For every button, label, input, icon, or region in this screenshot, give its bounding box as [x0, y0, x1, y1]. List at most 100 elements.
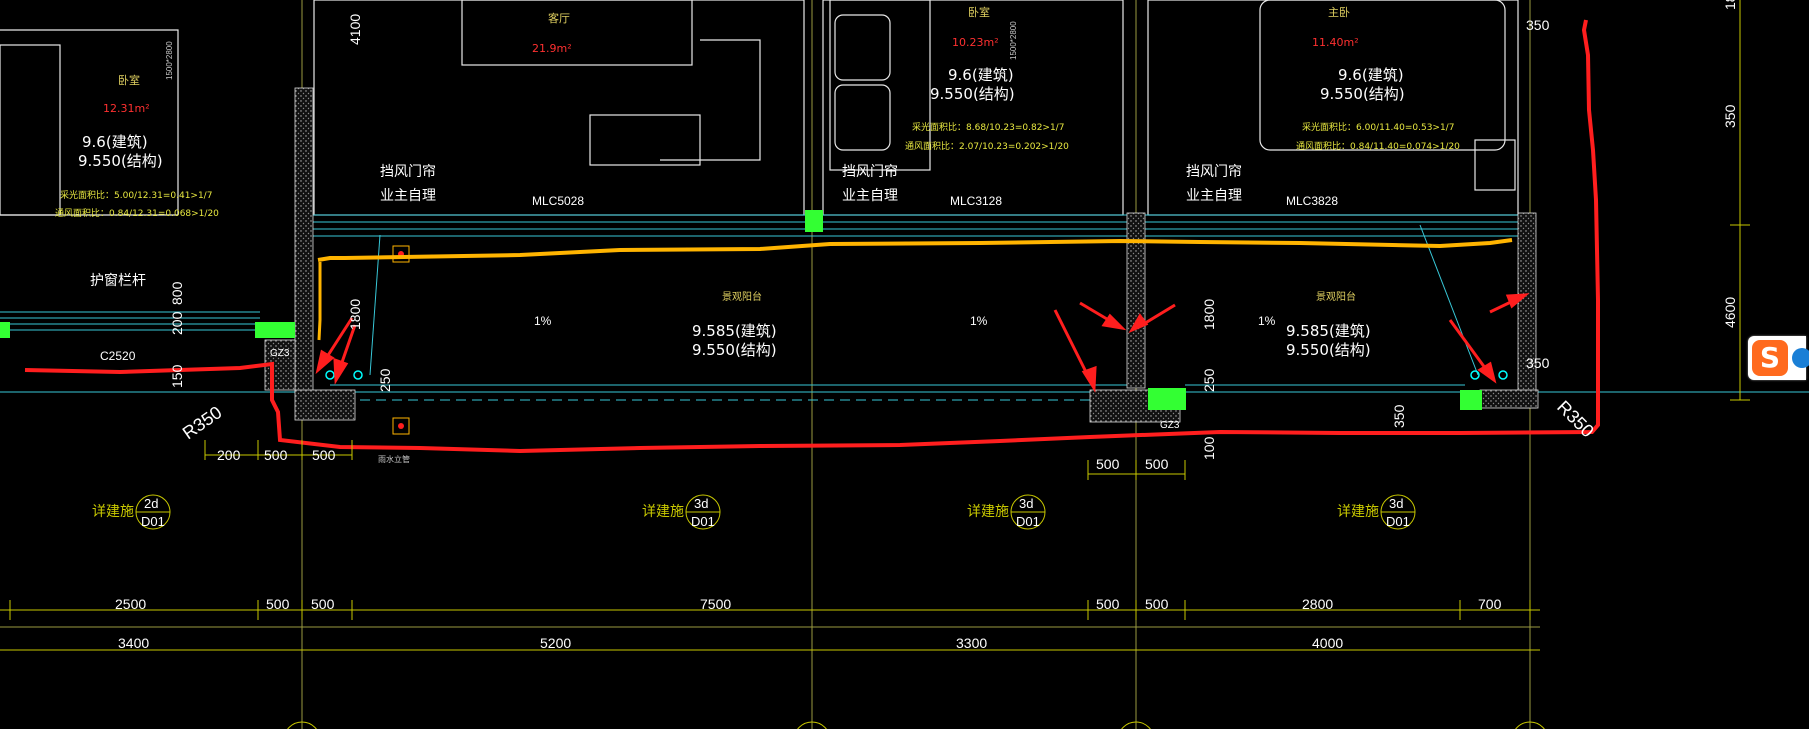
ratio-light: 采光面积比：8.68/10.23=0.82>1/7: [912, 121, 1064, 133]
cad-drawing-canvas[interactable]: 卧室 12.31m² 1500*2800 9.6(建筑) 9.550(结构) 采…: [0, 0, 1809, 729]
svg-text:1800: 1800: [347, 299, 363, 330]
dim-text: 4000: [1312, 635, 1343, 651]
detail-text: 详建施: [967, 504, 1009, 520]
room-name: 卧室: [118, 73, 140, 87]
dim-text: 350: [1526, 355, 1550, 371]
wind-curtain-label: 挡风门帘: [842, 164, 898, 180]
dim-text: 2800: [1302, 596, 1333, 612]
balcony-name: 景观阳台: [1316, 290, 1356, 303]
svg-text:350: 350: [1722, 104, 1738, 128]
slope-label: 1%: [534, 314, 552, 328]
dim-text: 5200: [540, 635, 571, 651]
dim-text: 500: [264, 447, 288, 463]
room-area: 10.23m²: [952, 36, 999, 49]
elev-arch: 9.6(建筑): [82, 133, 148, 151]
dim-text: 500: [266, 596, 290, 612]
drain-circles: [325, 370, 1508, 380]
room-outlines: [0, 0, 1519, 216]
svg-text:1800: 1800: [1722, 0, 1738, 10]
svg-text:800: 800: [169, 281, 185, 305]
elev-struct: 9.550(结构): [78, 152, 163, 170]
svg-text:4600: 4600: [1722, 297, 1738, 328]
svg-text:4100: 4100: [347, 14, 363, 45]
ratio-vent: 通风面积比：0.84/11.40=0.074>1/20: [1296, 140, 1460, 152]
room-dim: 1500*2800: [165, 41, 174, 80]
owner-label: 业主自理: [380, 188, 436, 204]
balcony-elev: 9.585(建筑): [692, 322, 777, 340]
column-code: GZ3: [1160, 420, 1180, 431]
wind-curtain-label: 挡风门帘: [380, 164, 436, 180]
green-markers: [0, 210, 1482, 410]
detail-callouts: [135, 494, 1416, 530]
slope-label: 1%: [970, 314, 988, 328]
column-code: GZ3: [270, 348, 290, 359]
slope-label: 1%: [1258, 314, 1276, 328]
yellow-markup-left: [317, 262, 322, 341]
dim-text: 500: [1145, 596, 1169, 612]
detail-text: 详建施: [642, 504, 684, 520]
dim-text: 350: [1526, 17, 1550, 33]
room-area: 21.9m²: [532, 42, 572, 55]
axis-bubbles-bottom: [287, 721, 1545, 729]
balcony-elev: 9.585(建筑): [1286, 322, 1371, 340]
svg-text:100: 100: [1201, 436, 1217, 460]
detail-text: 详建施: [92, 504, 134, 520]
ratio-light: 采光面积比：6.00/11.40=0.53>1/7: [1302, 121, 1454, 133]
drain-pipe-label: 雨水立管: [378, 454, 410, 464]
ratio-vent: 通风面积比：0.84/12.31=0.068>1/20: [55, 207, 219, 219]
ratio-light: 采光面积比：5.00/12.31=0.41>1/7: [60, 189, 212, 201]
dim-text: 2500: [115, 596, 146, 612]
drain-point-dot: [398, 423, 404, 429]
dim-text: 500: [312, 447, 336, 463]
drain-points: [392, 245, 410, 435]
window-code: MLC5028: [532, 194, 584, 208]
axis-grid: [0, 0, 1540, 729]
dim-text: 500: [1096, 596, 1120, 612]
detail-ref: D01: [691, 514, 715, 529]
detail-num: 3d: [1019, 496, 1033, 511]
guard-rail-label: 护窗栏杆: [90, 272, 146, 289]
balcony-name: 景观阳台: [722, 290, 762, 303]
elev-arch: 9.6(建筑): [948, 66, 1014, 84]
svg-text:250: 250: [1201, 368, 1217, 392]
window-code: MLC3128: [950, 194, 1002, 208]
dim-text: 700: [1478, 596, 1502, 612]
svg-text:150: 150: [169, 364, 185, 388]
owner-label: 业主自理: [842, 188, 898, 204]
sogou-ime-icon: S: [1752, 340, 1788, 376]
dim-text: 500: [1145, 456, 1169, 472]
radius-label: R350: [179, 402, 226, 443]
dim-text: 200: [217, 447, 241, 463]
owner-label: 业主自理: [1186, 188, 1242, 204]
window-code: C2520: [100, 349, 136, 363]
detail-num: 3d: [1389, 496, 1403, 511]
room-area: 12.31m²: [103, 102, 150, 115]
room-name: 卧室: [968, 5, 990, 19]
ratio-vent: 通风面积比：2.07/10.23=0.202>1/20: [905, 140, 1069, 152]
detail-num: 2d: [144, 496, 158, 511]
yellow-markup-line: [317, 238, 1513, 262]
elev-arch: 9.6(建筑): [1338, 66, 1404, 84]
balcony-elev: 9.550(结构): [1286, 341, 1371, 359]
radius-label: R350: [1553, 397, 1598, 442]
dim-text: 7500: [700, 596, 731, 612]
elev-struct: 9.550(结构): [930, 85, 1015, 103]
ime-status-dot: [1792, 348, 1809, 368]
right-dim-line: [1730, 0, 1750, 401]
balcony-elev: 9.550(结构): [692, 341, 777, 359]
detail-ref: D01: [141, 514, 165, 529]
ime-floating-badge[interactable]: S: [1748, 336, 1809, 380]
dim-text: 3400: [118, 635, 149, 651]
svg-text:250: 250: [377, 368, 393, 392]
room-area: 11.40m²: [1312, 36, 1359, 49]
wind-curtain-label: 挡风门帘: [1186, 164, 1242, 180]
dimension-lines: [0, 440, 1540, 651]
elev-struct: 9.550(结构): [1320, 85, 1405, 103]
window-code: MLC3828: [1286, 194, 1338, 208]
svg-text:1800: 1800: [1201, 299, 1217, 330]
room-name: 主卧: [1328, 6, 1350, 19]
dim-text: 500: [1096, 456, 1120, 472]
dim-text: 3300: [956, 635, 987, 651]
detail-ref: D01: [1386, 514, 1410, 529]
detail-num: 3d: [694, 496, 708, 511]
